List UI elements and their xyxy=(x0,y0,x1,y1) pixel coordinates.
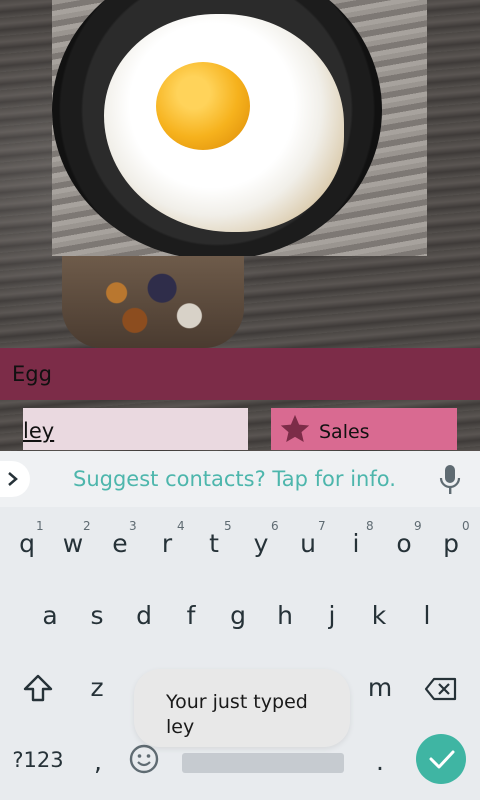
key-g[interactable]: g xyxy=(218,601,258,630)
toast-line-2: ley xyxy=(166,716,195,738)
product-title: Egg xyxy=(12,362,52,386)
key-y[interactable]: y xyxy=(241,529,281,558)
suggestion-bar: Suggest contacts? Tap for info. xyxy=(0,451,480,507)
key-w-hint: 2 xyxy=(83,519,91,533)
product-image xyxy=(52,0,427,256)
suggestion-text[interactable]: Suggest contacts? Tap for info. xyxy=(73,467,396,491)
key-q-hint: 1 xyxy=(36,519,44,533)
key-r-hint: 4 xyxy=(177,519,185,533)
key-y-hint: 6 xyxy=(271,519,279,533)
key-m[interactable]: m xyxy=(360,673,400,702)
key-p-hint: 0 xyxy=(462,519,470,533)
expand-suggestions-button[interactable] xyxy=(0,461,30,497)
key-p[interactable]: p xyxy=(431,529,471,558)
space-key[interactable] xyxy=(182,753,344,773)
key-t[interactable]: t xyxy=(194,529,234,558)
key-w[interactable]: w xyxy=(53,529,93,558)
key-s[interactable]: s xyxy=(77,601,117,630)
star-icon xyxy=(280,414,310,443)
key-comma[interactable]: , xyxy=(78,747,118,776)
soft-keyboard: Suggest contacts? Tap for info. q 1 w 2 … xyxy=(0,451,480,800)
symbols-key[interactable]: ?123 xyxy=(10,748,66,772)
toast-message: Your just typed ley xyxy=(134,669,350,747)
key-e-hint: 3 xyxy=(129,519,137,533)
key-f[interactable]: f xyxy=(171,601,211,630)
chevron-right-icon xyxy=(8,472,18,486)
key-d[interactable]: d xyxy=(124,601,164,630)
key-i-hint: 8 xyxy=(366,519,374,533)
sales-button[interactable]: Sales xyxy=(271,408,457,450)
checkmark-icon xyxy=(429,750,455,769)
key-j[interactable]: j xyxy=(312,601,352,630)
key-h[interactable]: h xyxy=(265,601,305,630)
key-k[interactable]: k xyxy=(359,601,399,630)
key-u[interactable]: u xyxy=(288,529,328,558)
key-t-hint: 5 xyxy=(224,519,232,533)
microphone-icon[interactable] xyxy=(438,463,462,495)
backspace-icon[interactable] xyxy=(424,677,458,701)
key-i[interactable]: i xyxy=(336,529,376,558)
key-period[interactable]: . xyxy=(360,747,400,776)
enter-button[interactable] xyxy=(416,734,466,784)
key-o-hint: 9 xyxy=(414,519,422,533)
key-l[interactable]: l xyxy=(407,601,447,630)
shift-icon[interactable] xyxy=(22,673,54,703)
product-input-field[interactable]: ley xyxy=(23,408,248,450)
sales-button-label: Sales xyxy=(319,421,370,443)
product-title-bar: Egg xyxy=(0,348,480,400)
key-q[interactable]: q xyxy=(7,529,47,558)
background-dish-image xyxy=(62,256,244,348)
key-z[interactable]: z xyxy=(77,673,117,702)
key-u-hint: 7 xyxy=(318,519,326,533)
product-input-value: ley xyxy=(23,419,55,443)
key-e[interactable]: e xyxy=(100,529,140,558)
emoji-icon[interactable] xyxy=(128,743,160,775)
key-r[interactable]: r xyxy=(147,529,187,558)
key-a[interactable]: a xyxy=(30,601,70,630)
toast-line-1: Your just typed xyxy=(166,691,308,713)
key-o[interactable]: o xyxy=(384,529,424,558)
